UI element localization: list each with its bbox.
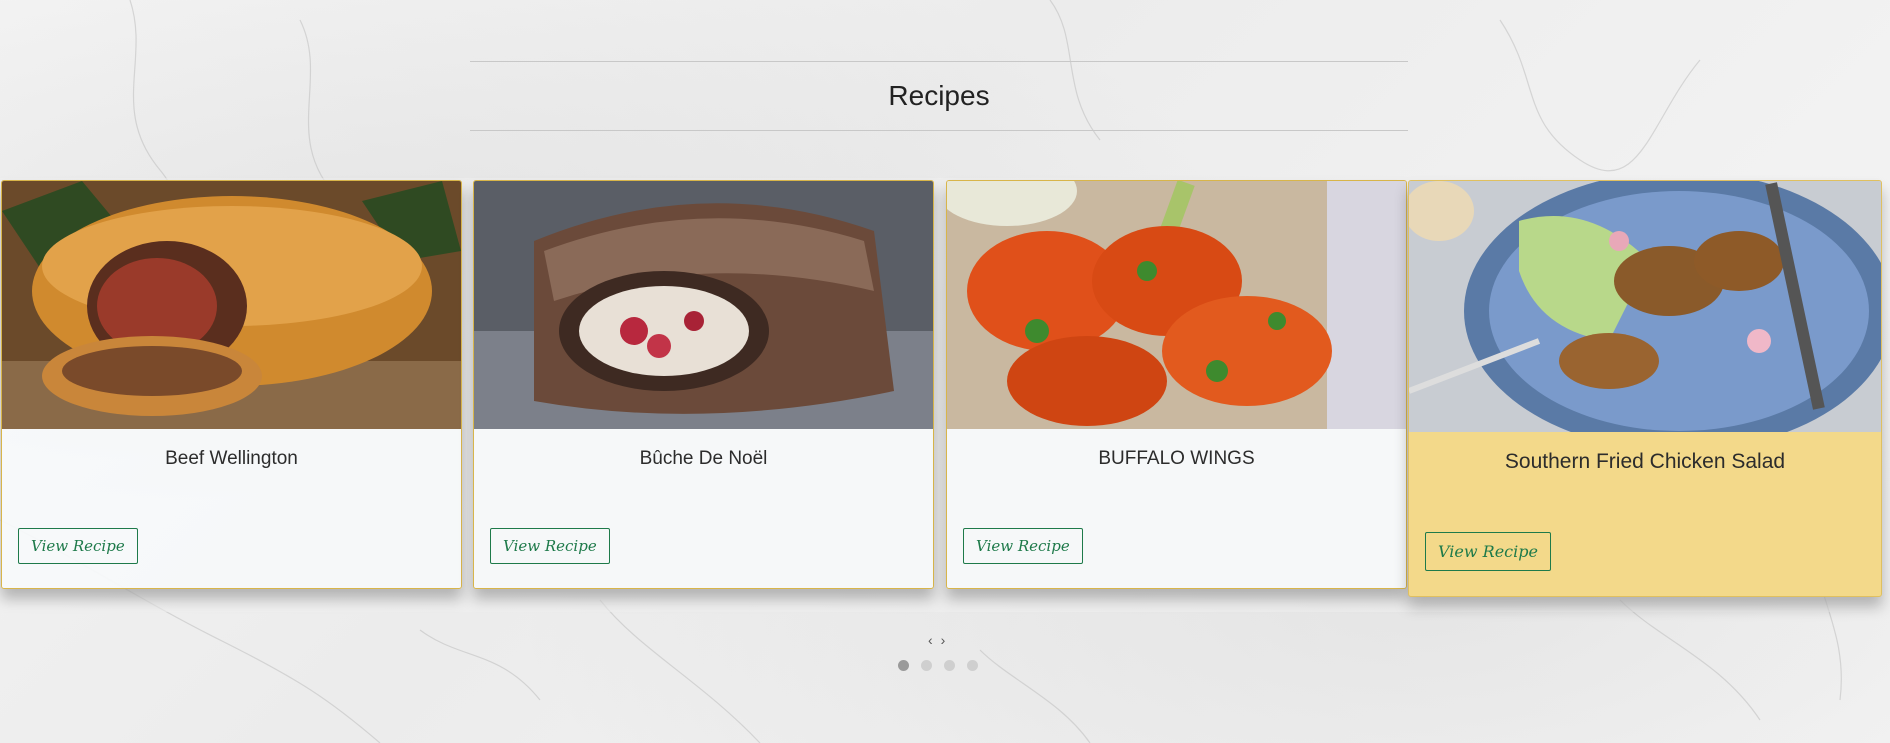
recipe-card-buche-de-noel[interactable]: Bûche De Noël View Recipe <box>473 180 934 589</box>
recipe-title: Beef Wellington <box>165 448 298 469</box>
carousel-prev-icon[interactable]: ‹ <box>928 632 941 648</box>
recipe-card-beef-wellington[interactable]: Beef Wellington View Recipe <box>1 180 462 589</box>
view-recipe-button[interactable]: View Recipe <box>963 528 1083 564</box>
recipe-image-beef-wellington <box>2 181 461 429</box>
carousel-dots <box>898 660 978 671</box>
recipe-image-buche-de-noel <box>474 181 933 429</box>
recipe-title: BUFFALO WINGS <box>1098 448 1255 469</box>
view-recipe-button[interactable]: View Recipe <box>18 528 138 564</box>
carousel-dot-2[interactable] <box>921 660 932 671</box>
carousel-dot-1[interactable] <box>898 660 909 671</box>
recipe-image-southern-fried-chicken-salad <box>1409 181 1881 432</box>
carousel-dot-4[interactable] <box>967 660 978 671</box>
carousel-nav: ‹› <box>928 632 953 648</box>
carousel-dot-3[interactable] <box>944 660 955 671</box>
recipe-card-southern-fried-chicken-salad[interactable]: Southern Fried Chicken Salad View Recipe <box>1408 180 1882 597</box>
recipe-title: Bûche De Noël <box>639 448 768 469</box>
page-title: Recipes <box>470 61 1408 131</box>
view-recipe-button[interactable]: View Recipe <box>490 528 610 564</box>
recipe-image-buffalo-wings <box>947 181 1406 429</box>
recipe-title: Southern Fried Chicken Salad <box>1504 450 1786 473</box>
carousel-next-icon[interactable]: › <box>941 632 954 648</box>
view-recipe-button[interactable]: View Recipe <box>1425 532 1551 571</box>
recipe-card-buffalo-wings[interactable]: BUFFALO WINGS View Recipe <box>946 180 1407 589</box>
